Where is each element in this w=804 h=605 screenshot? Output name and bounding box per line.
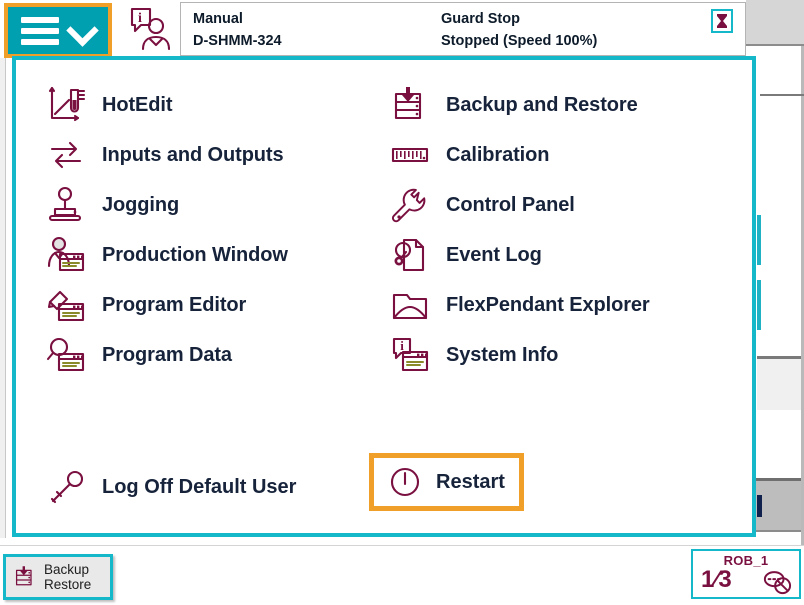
menu-item-label: Calibration (446, 143, 550, 166)
menu-item-label: HotEdit (102, 93, 173, 116)
menu-item-label: Log Off Default User (102, 475, 297, 498)
operator-status-icon-cell[interactable]: i (118, 2, 178, 56)
background-scroll-block (755, 478, 801, 532)
system-info-icon: i (388, 335, 432, 375)
joystick-icon (44, 185, 88, 225)
menu-item-label: Production Window (102, 243, 288, 266)
program-editor-icon (44, 285, 88, 325)
folder-icon (388, 285, 432, 325)
status-fields: Manual D-SHMM-324 Guard Stop Stopped (Sp… (180, 2, 746, 56)
menu-item-label: Program Editor (102, 293, 247, 316)
guard-state-label: Guard Stop (441, 11, 520, 27)
menu-item-calibration[interactable]: Calibration (376, 130, 726, 180)
menu-item-log-off[interactable]: Log Off Default User (44, 461, 296, 513)
taskbar-button-line1: Backup (44, 562, 90, 577)
menu-item-label: Jogging (102, 193, 180, 216)
operating-mode-label: Manual (193, 11, 243, 27)
menu-item-label: Control Panel (446, 193, 575, 216)
chevron-down-icon (69, 18, 95, 44)
background-window-divider (760, 94, 804, 96)
controller-name-label: D-SHMM-324 (193, 33, 282, 49)
menu-item-hotedit[interactable]: HotEdit (32, 80, 382, 130)
menu-item-label: FlexPendant Explorer (446, 293, 650, 316)
menu-item-event-log[interactable]: Event Log (376, 230, 726, 280)
menu-bottom-row: Log Off Default User Restart (16, 453, 752, 523)
quickset-menu[interactable]: ROB_1 1⁄3 (691, 549, 801, 599)
operator-info-icon: i (130, 7, 170, 51)
menu-item-flexpendant-explorer[interactable]: FlexPendant Explorer (376, 280, 726, 330)
taskbar: Backup Restore ROB_1 1⁄3 (0, 545, 804, 605)
calibration-ruler-icon (388, 135, 432, 175)
menu-item-control-panel[interactable]: Control Panel (376, 180, 726, 230)
wrench-icon (388, 185, 432, 225)
menu-item-label: Backup and Restore (446, 93, 638, 116)
quickset-increment-fraction: 1⁄3 (701, 566, 732, 594)
menu-item-jogging[interactable]: Jogging (32, 180, 382, 230)
menu-item-label: System Info (446, 343, 559, 366)
main-menu-dropdown: HotEdit Inputs and Outputs Jogging Produ… (12, 56, 756, 537)
status-column-state: Guard Stop Stopped (Speed 100%) (441, 8, 597, 52)
quickset-numerator: 1 (701, 566, 715, 593)
main-menu-button[interactable] (4, 3, 112, 58)
menu-item-inputs-and-outputs[interactable]: Inputs and Outputs (32, 130, 382, 180)
menu-column-left: HotEdit Inputs and Outputs Jogging Produ… (32, 80, 382, 380)
flexpendant-screen: i Manual D-SHMM-324 Guard Stop Stopped (… (0, 0, 804, 605)
hotedit-icon (44, 85, 88, 125)
quickset-denominator: 3 (718, 566, 732, 593)
menu-item-program-editor[interactable]: Program Editor (32, 280, 382, 330)
hamburger-icon (21, 16, 59, 45)
event-log-icon (388, 235, 432, 275)
svg-text:i: i (138, 11, 142, 26)
svg-text:i: i (400, 338, 404, 353)
inputs-outputs-icon (44, 135, 88, 175)
taskbar-button-backup-restore[interactable]: Backup Restore (3, 554, 113, 600)
menu-item-label: Event Log (446, 243, 542, 266)
power-icon (388, 465, 422, 499)
menu-item-production-window[interactable]: Production Window (32, 230, 382, 280)
quickset-no-motion-icon (761, 567, 793, 595)
taskbar-button-text: Backup Restore (44, 562, 91, 592)
restart-button-label: Restart (436, 470, 505, 493)
run-state-label: Stopped (Speed 100%) (441, 33, 598, 49)
program-data-icon (44, 335, 88, 375)
background-window-left-edge (0, 58, 6, 538)
background-tab-indicator-2 (757, 280, 761, 330)
restart-button[interactable]: Restart (369, 453, 524, 511)
key-icon (44, 467, 88, 507)
menu-item-backup-and-restore[interactable]: Backup and Restore (376, 80, 726, 130)
production-window-icon (44, 235, 88, 275)
backup-restore-icon (388, 85, 432, 125)
menu-item-system-info[interactable]: i System Info (376, 330, 726, 380)
backup-restore-icon (12, 564, 38, 590)
menu-item-label: Program Data (102, 343, 232, 366)
menu-item-program-data[interactable]: Program Data (32, 330, 382, 380)
taskbar-button-line2: Restore (44, 577, 92, 592)
background-scroll-nib (757, 495, 762, 517)
background-panel (757, 356, 801, 410)
status-bar: i Manual D-SHMM-324 Guard Stop Stopped (… (0, 0, 748, 58)
background-topright-chip (746, 0, 804, 46)
background-tab-indicator-1 (757, 215, 761, 265)
stopwatch-icon (711, 9, 733, 33)
menu-column-right: Backup and Restore Calibration Control P… (376, 80, 726, 380)
status-column-mode: Manual D-SHMM-324 (193, 8, 282, 52)
menu-item-label: Inputs and Outputs (102, 143, 284, 166)
